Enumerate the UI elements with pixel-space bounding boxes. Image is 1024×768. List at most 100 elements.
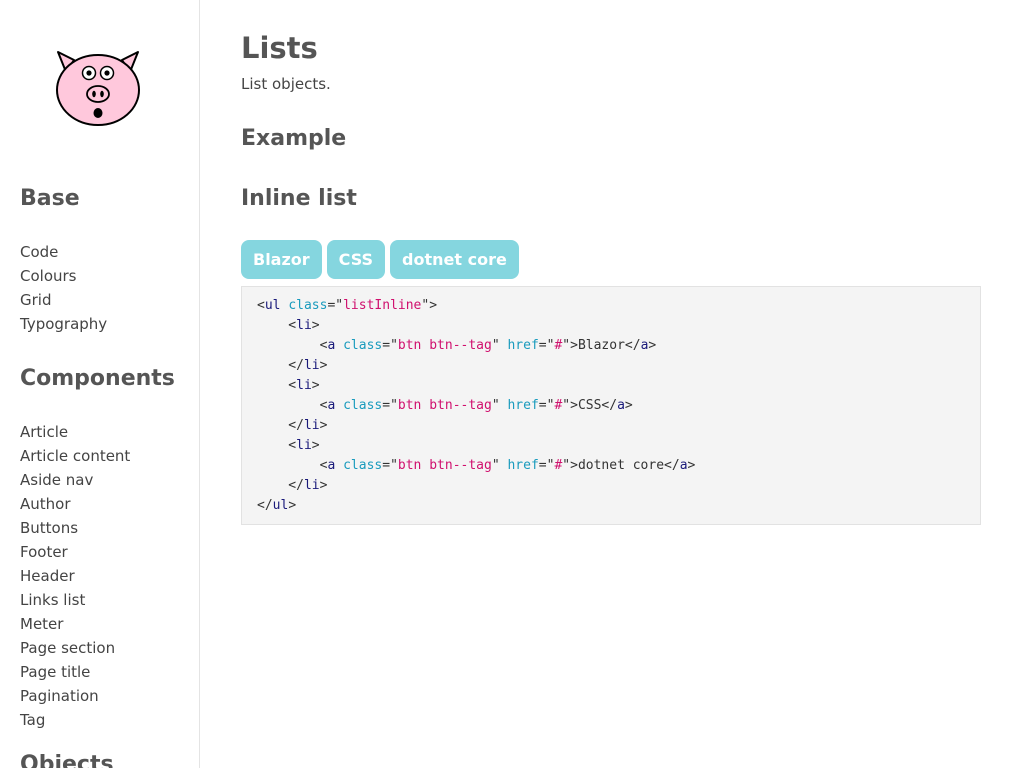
sidebar-item-page-section: Page section [20,636,130,660]
code-attribute: href [507,398,539,413]
code-punctuation: > [288,498,297,513]
code-punctuation: " [491,398,508,413]
code-tag-name: ul [272,498,289,513]
code-tag-name: li [303,478,320,493]
sidebar-link[interactable]: Code [20,243,58,261]
sidebar-item-code: Code [20,240,107,264]
sidebar-item-buttons: Buttons [20,516,130,540]
inline-list-heading: Inline list [241,186,357,211]
page-description: List objects. [241,75,331,93]
sidebar-item-article: Article [20,420,130,444]
code-line: <a class="btn btn--tag" href="#">CSS</a> [257,396,965,416]
sidebar-item-grid: Grid [20,288,107,312]
base-heading: Base [20,186,80,211]
code-punctuation: " [491,338,508,353]
tag-button-blazor[interactable]: Blazor [241,240,322,279]
sidebar-link[interactable]: Header [20,567,75,585]
code-punctuation: < [257,318,297,333]
code-punctuation: =" [382,458,398,473]
code-attribute: class [288,298,328,313]
sidebar-link[interactable]: Aside nav [20,471,93,489]
sidebar-link[interactable]: Page title [20,663,90,681]
code-attribute: class [343,458,383,473]
sidebar-link[interactable]: Grid [20,291,51,309]
code-line: <a class="btn btn--tag" href="#">dotnet … [257,456,965,476]
sidebar-item-aside-nav: Aside nav [20,468,130,492]
code-line: <a class="btn btn--tag" href="#">Blazor<… [257,336,965,356]
code-punctuation: </ [624,338,641,353]
code-line: <li> [257,436,965,456]
sidebar: Base Code Colours Grid Typography Compon… [0,0,200,768]
code-line: </ul> [257,496,965,516]
sidebar-item-article-content: Article content [20,444,130,468]
code-punctuation: < [257,438,297,453]
sidebar-link[interactable]: Links list [20,591,85,609]
code-punctuation: > [311,378,320,393]
code-punctuation: </ [257,358,304,373]
sidebar-link[interactable]: Footer [20,543,68,561]
sidebar-link[interactable]: Meter [20,615,63,633]
code-punctuation: "> [562,398,578,413]
code-line: </li> [257,356,965,376]
sidebar-link[interactable]: Buttons [20,519,78,537]
code-punctuation [335,458,343,473]
code-punctuation: </ [601,398,618,413]
code-line: </li> [257,476,965,496]
sidebar-link[interactable]: Typography [20,315,107,333]
sidebar-item-pagination: Pagination [20,684,130,708]
code-tag-name: li [303,358,320,373]
code-string: btn btn--tag [397,458,492,473]
sidebar-item-author: Author [20,492,130,516]
code-tag-name: a [617,398,625,413]
components-heading: Components [20,366,175,391]
sidebar-link[interactable]: Author [20,495,71,513]
code-text: dotnet core [577,458,665,473]
sidebar-link[interactable]: Article content [20,447,130,465]
code-punctuation: < [257,338,328,353]
sidebar-item-colours: Colours [20,264,107,288]
sidebar-link[interactable]: Pagination [20,687,99,705]
sidebar-link[interactable]: Article [20,423,68,441]
code-punctuation: > [311,318,320,333]
code-punctuation: =" [382,398,398,413]
code-attribute: class [343,398,383,413]
code-punctuation: < [257,398,328,413]
example-heading: Example [241,126,347,151]
code-string: btn btn--tag [397,338,492,353]
code-punctuation: < [257,298,265,313]
base-nav-list: Code Colours Grid Typography [20,240,107,336]
code-line: <li> [257,376,965,396]
code-punctuation: " [491,458,508,473]
code-tag-name: li [296,318,312,333]
sidebar-item-meter: Meter [20,612,130,636]
code-punctuation: > [311,438,320,453]
code-tag-name: li [296,378,312,393]
code-punctuation: > [319,478,328,493]
code-line: <ul class="listInline"> [257,296,965,316]
code-tag-name: a [679,458,688,473]
code-punctuation: > [319,418,328,433]
sidebar-item-header: Header [20,564,130,588]
code-text: CSS [577,398,602,413]
code-punctuation: =" [538,458,555,473]
code-punctuation: < [257,378,297,393]
code-punctuation [335,398,343,413]
sidebar-link[interactable]: Tag [20,711,45,729]
code-punctuation: </ [257,478,304,493]
code-punctuation [335,338,343,353]
code-punctuation: =" [382,338,398,353]
sidebar-link[interactable]: Page section [20,639,115,657]
sidebar-item-footer: Footer [20,540,130,564]
list-item: Blazor [241,240,322,279]
tag-button-dotnet-core[interactable]: dotnet core [390,240,519,279]
sidebar-link[interactable]: Colours [20,267,76,285]
code-punctuation: </ [257,498,273,513]
code-punctuation: "> [562,338,578,353]
code-punctuation: =" [327,298,344,313]
code-text: Blazor [577,338,625,353]
list-item: CSS [326,240,386,279]
pig-logo-icon [56,51,140,126]
tag-button-css[interactable]: CSS [326,240,386,279]
code-punctuation: > [319,358,328,373]
code-string: listInline [343,298,422,313]
